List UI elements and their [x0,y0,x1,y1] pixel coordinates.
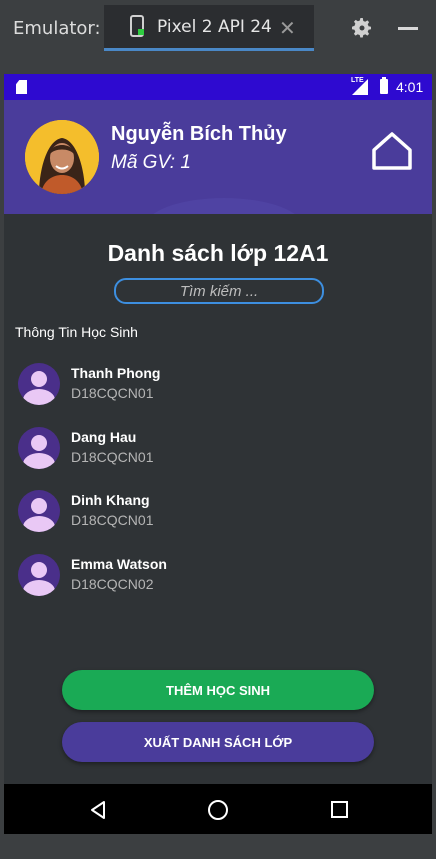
android-nav-bar [4,784,432,834]
student-list-item[interactable]: Dang Hau D18CQCN01 [18,427,398,477]
student-list-item[interactable]: Dinh Khang D18CQCN01 [18,490,398,540]
student-avatar-icon [18,554,60,596]
search-input[interactable] [114,278,324,304]
home-icon[interactable] [370,130,414,172]
emulator-device-tab[interactable]: Pixel 2 API 24 ✕ [104,5,314,51]
network-type: LTE [351,77,364,84]
teacher-id: Mã GV: 1 [111,152,191,173]
page-title: Danh sách lớp 12A1 [107,240,329,266]
student-list-item[interactable]: Emma Watson D18CQCN02 [18,554,398,604]
student-list-item[interactable]: Thanh Phong D18CQCN01 [18,363,398,413]
student-name: Dang Hau [71,429,137,445]
add-student-button[interactable]: THÊM HỌC SINH [62,670,374,710]
student-code: D18CQCN01 [71,512,154,528]
student-name: Thanh Phong [71,365,161,381]
home-circle-icon[interactable] [208,800,228,820]
sd-card-icon [16,80,27,94]
device-tab-label: Pixel 2 API 24 [157,17,272,37]
header-decoration [144,198,304,214]
student-avatar-icon [18,363,60,405]
teacher-photo-icon [25,120,99,194]
back-triangle-icon[interactable] [89,800,107,820]
close-tab-icon[interactable]: ✕ [279,16,296,40]
emulator-label: Emulator: [13,18,101,39]
student-code: D18CQCN01 [71,449,154,465]
student-name: Emma Watson [71,556,167,572]
student-name: Dinh Khang [71,492,150,508]
status-time: 4:01 [396,79,424,95]
recent-apps-square-icon[interactable] [331,801,348,818]
export-class-list-button[interactable]: XUẤT DANH SÁCH LỚP [62,722,374,762]
teacher-avatar [25,120,99,194]
gear-icon[interactable] [350,16,374,40]
section-label: Thông Tin Học Sinh [15,324,138,340]
emulator-toolbar: Emulator: Pixel 2 API 24 ✕ [0,0,436,56]
status-bar: LTE 4:01 [4,74,432,100]
student-avatar-icon [18,490,60,532]
main-content: Danh sách lớp 12A1 Thông Tin Học Sinh Th… [4,214,432,784]
student-code: D18CQCN02 [71,576,154,592]
phone-device-icon [130,15,144,37]
student-avatar-icon [18,427,60,469]
phone-screen: LTE 4:01 Nguyễn Bích Thủy Mã GV: 1 Danh … [4,74,432,854]
minimize-icon[interactable] [398,27,418,30]
student-code: D18CQCN01 [71,385,154,401]
emulator-bottom-strip [4,834,432,854]
profile-header: Nguyễn Bích Thủy Mã GV: 1 [4,100,432,214]
teacher-name: Nguyễn Bích Thủy [111,123,287,145]
battery-icon [380,77,388,94]
